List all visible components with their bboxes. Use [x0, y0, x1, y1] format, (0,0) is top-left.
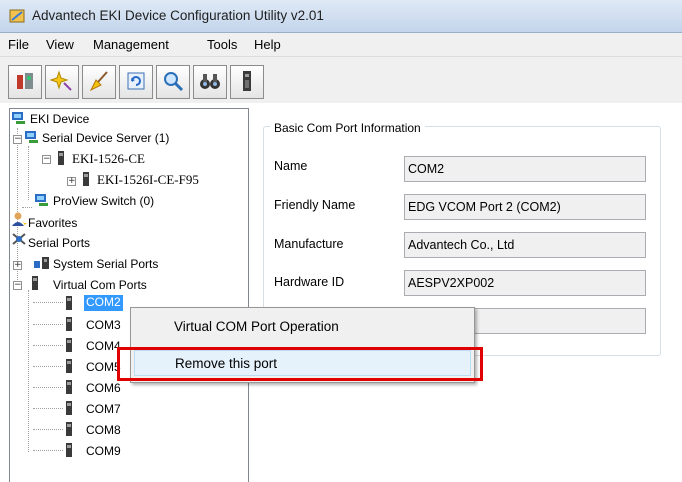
groupbox-title: Basic Com Port Information	[270, 121, 425, 135]
eki-1526-ce-icon	[57, 150, 65, 169]
tree-item-com4[interactable]: COM4	[86, 339, 121, 353]
eki-1526i-icon	[82, 171, 90, 190]
tree-item-serial-device-server[interactable]: Serial Device Server (1)	[42, 131, 169, 145]
tree-item-eki-device[interactable]: EKI Device	[30, 112, 89, 126]
tree-item-com8[interactable]: COM8	[86, 423, 121, 437]
search-tool-button[interactable]	[156, 65, 190, 99]
com-port-icon	[65, 400, 73, 419]
tree-item-serial-ports[interactable]: Serial Ports	[28, 236, 90, 250]
proview-switch-icon	[34, 193, 50, 210]
friendly-name-field[interactable]: EDG VCOM Port 2 (COM2)	[404, 194, 646, 220]
search-icon	[161, 69, 185, 96]
serial-device-server-icon	[24, 130, 40, 147]
tree-item-com5[interactable]: COM5	[86, 360, 121, 374]
find-tool-button[interactable]	[193, 65, 227, 99]
com-port-icon	[65, 337, 73, 356]
favorites-icon	[11, 211, 27, 230]
com-port-icon	[65, 379, 73, 398]
device-tool-button[interactable]	[8, 65, 42, 99]
window-title: Advantech EKI Device Configuration Utili…	[32, 8, 324, 23]
new-tool-button[interactable]	[45, 65, 79, 99]
title-bar: Advantech EKI Device Configuration Utili…	[0, 0, 682, 33]
hardware-id-field[interactable]: AESPV2XP002	[404, 270, 646, 296]
menu-file[interactable]: File	[8, 37, 29, 52]
manufacture-field[interactable]: Advantech Co., Ltd	[404, 232, 646, 258]
clean-tool-button[interactable]	[82, 65, 116, 99]
tree-item-eki-1526-ce[interactable]: EKI-1526-CE	[72, 151, 145, 167]
menu-management[interactable]: Management	[93, 37, 169, 52]
name-field[interactable]: COM2	[404, 156, 646, 182]
expand-eki-1526i[interactable]: +	[67, 177, 76, 186]
collapse-eki-1526-ce[interactable]: −	[42, 155, 51, 164]
broom-icon	[87, 69, 111, 96]
device-icon	[13, 69, 37, 96]
tree-item-com6[interactable]: COM6	[86, 381, 121, 395]
com-port-icon	[65, 295, 73, 314]
refresh-tool-button[interactable]	[119, 65, 153, 99]
binoculars-icon	[198, 69, 222, 96]
system-serial-ports-icon	[33, 255, 51, 274]
com-port-icon	[65, 316, 73, 335]
eki-device-icon	[11, 111, 27, 128]
annotation-highlight-box	[117, 347, 483, 381]
sparkle-icon	[49, 69, 74, 96]
hardware-id-label: Hardware ID	[274, 275, 345, 289]
tree-item-favorites[interactable]: Favorites	[28, 216, 77, 230]
tree-item-virtual-com-ports[interactable]: Virtual Com Ports	[53, 278, 147, 292]
menu-bar: File View Management Tools Help	[0, 33, 682, 57]
com-port-icon	[65, 421, 73, 440]
name-label: Name	[274, 159, 308, 173]
tree-item-com7[interactable]: COM7	[86, 402, 121, 416]
app-icon	[9, 8, 25, 24]
tree-item-com3[interactable]: COM3	[86, 318, 121, 332]
serial-port-icon	[235, 69, 259, 96]
collapse-virtual-com-ports[interactable]: −	[13, 281, 22, 290]
tree-item-com2[interactable]: COM2	[84, 295, 123, 311]
toolbar	[0, 57, 682, 103]
com-port-icon	[65, 442, 73, 461]
serial-ports-icon	[11, 231, 27, 250]
tree-item-proview-switch[interactable]: ProView Switch (0)	[53, 194, 154, 208]
com-port-icon	[65, 358, 73, 377]
menu-tools[interactable]: Tools	[207, 37, 237, 52]
friendly-name-label: Friendly Name	[274, 198, 356, 212]
menu-virtual-com-port-operation[interactable]: Virtual COM Port Operation	[134, 314, 471, 340]
collapse-serial-device-server[interactable]: −	[13, 135, 22, 144]
serial-port-tool-button[interactable]	[230, 65, 264, 99]
tree-item-system-serial-ports[interactable]: System Serial Ports	[53, 257, 158, 271]
manufacture-label: Manufacture	[274, 237, 344, 251]
tree-item-com9[interactable]: COM9	[86, 444, 121, 458]
menu-view[interactable]: View	[46, 37, 74, 52]
virtual-com-ports-icon	[30, 275, 40, 294]
refresh-icon	[124, 69, 148, 96]
menu-help[interactable]: Help	[254, 37, 281, 52]
tree-item-eki-1526i[interactable]: EKI-1526I-CE-F95	[97, 172, 199, 188]
expand-system-serial-ports[interactable]: +	[13, 261, 22, 270]
